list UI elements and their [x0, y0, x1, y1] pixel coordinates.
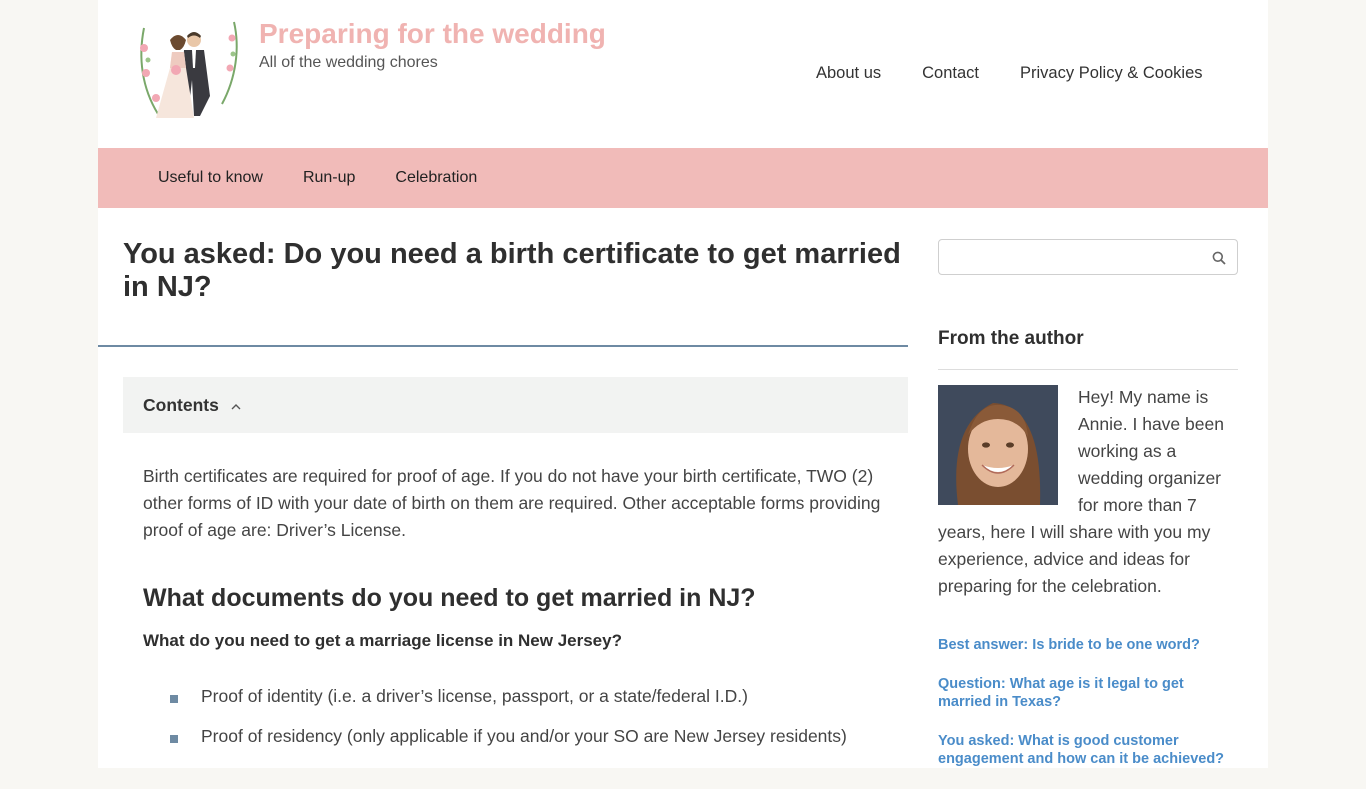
main-category-navigation: Useful to know Run-up Celebration [98, 148, 1268, 208]
site-tagline: All of the wedding chores [259, 54, 438, 71]
list-item: Best answer: Is bride to be one word? [938, 636, 1238, 654]
nav-about-us[interactable]: About us [816, 64, 881, 83]
top-navigation: About us Contact Privacy Policy & Cookie… [816, 64, 1203, 83]
wedding-couple-logo-icon [140, 21, 238, 118]
table-of-contents[interactable]: Contents [123, 377, 908, 433]
square-bullet-icon [170, 695, 178, 703]
search-input[interactable] [947, 240, 1201, 274]
site-title[interactable]: Preparing for the wedding [259, 18, 606, 50]
intro-paragraph: Birth certificates are required for proo… [143, 466, 881, 540]
list-item: Proof of residency (only applicable if y… [170, 726, 847, 766]
list-item: You asked: What is good customer engagem… [938, 732, 1238, 768]
nav-contact[interactable]: Contact [922, 64, 979, 83]
nav-privacy-policy[interactable]: Privacy Policy & Cookies [1020, 64, 1202, 83]
author-bio: Hey! My name is Annie. I have been worki… [938, 387, 1224, 596]
requirements-list: Proof of identity (i.e. a driver’s licen… [170, 686, 847, 766]
title-divider [98, 345, 908, 347]
list-item-text: Proof of residency (only applicable if y… [201, 726, 847, 746]
list-item-text: Proof of identity (i.e. a driver’s licen… [201, 686, 748, 706]
nav-useful-to-know[interactable]: Useful to know [158, 169, 263, 187]
related-post-link[interactable]: You asked: What is good customer engagem… [938, 733, 1224, 767]
related-posts-list: Best answer: Is bride to be one word? Qu… [938, 636, 1238, 789]
square-bullet-icon [170, 735, 178, 743]
section-heading: What documents do you need to get marrie… [143, 584, 756, 612]
nav-celebration[interactable]: Celebration [395, 169, 477, 187]
list-item: Question: What age is it legal to get ma… [938, 675, 1238, 711]
widget-divider [938, 369, 1238, 370]
toc-label: Contents [143, 394, 219, 415]
related-post-link[interactable]: Best answer: Is bride to be one word? [938, 637, 1200, 653]
site-logo[interactable] [136, 18, 240, 122]
author-widget-title: From the author [938, 328, 1084, 349]
related-post-link[interactable]: Question: What age is it legal to get ma… [938, 676, 1184, 710]
search-icon[interactable] [1212, 251, 1226, 265]
chevron-up-icon[interactable] [231, 399, 241, 413]
author-box: Hey! My name is Annie. I have been worki… [938, 385, 1238, 601]
search-box [938, 239, 1238, 275]
article-title: You asked: Do you need a birth certifica… [123, 238, 901, 303]
page: Preparing for the wedding All of the wed… [98, 0, 1268, 768]
nav-run-up[interactable]: Run-up [303, 169, 355, 187]
list-item: Proof of identity (i.e. a driver’s licen… [170, 686, 847, 726]
section-subheading: What do you need to get a marriage licen… [143, 631, 622, 650]
